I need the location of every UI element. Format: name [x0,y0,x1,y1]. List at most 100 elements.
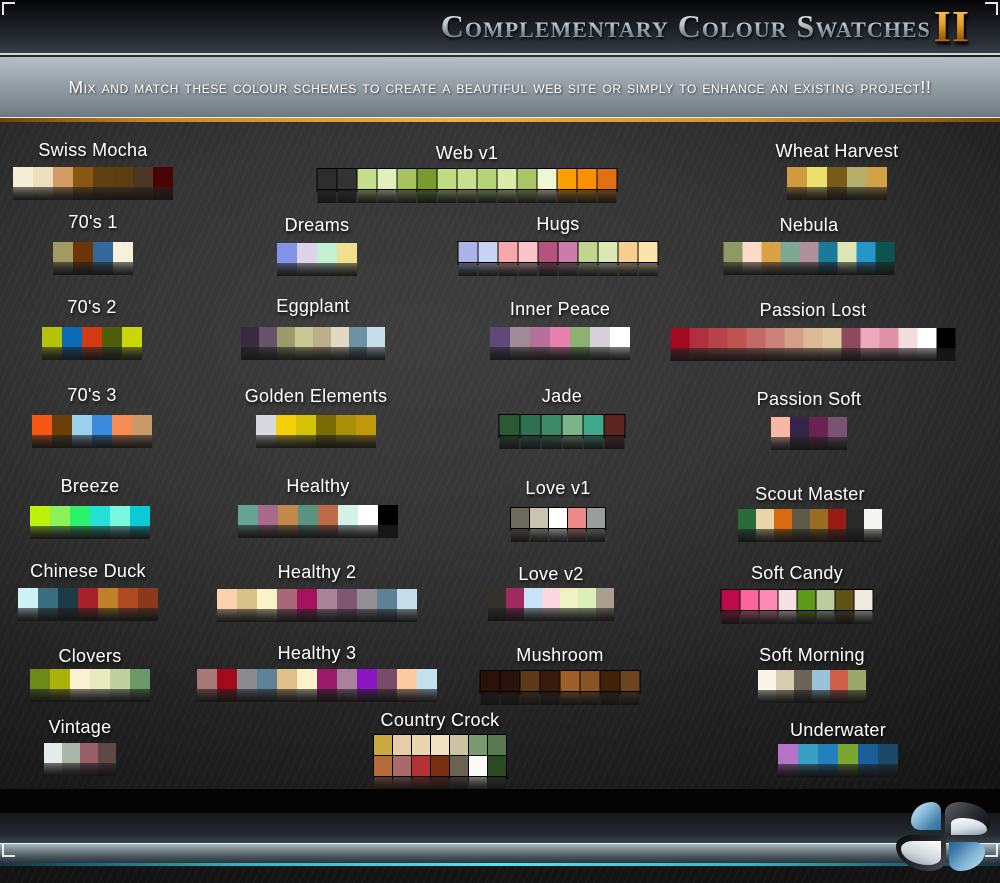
swatch-reflection-cell [70,689,90,702]
color-swatch [804,328,823,348]
color-swatch [878,744,898,764]
color-swatch [297,669,317,689]
swatch-reflection-cell [880,348,899,361]
swatch-reflection-cell [38,608,58,621]
palette-title-inner-peace: Inner Peace [510,299,610,320]
swatch-reflection-cell [277,689,297,702]
color-swatch [819,242,838,262]
color-swatch [42,327,62,347]
swatch-reflection-cell [800,262,819,275]
color-swatch [855,590,873,610]
color-swatch [578,588,596,608]
color-swatch [542,588,560,608]
swatch-reflection-cell [398,190,417,203]
swatch-reflection-cell [728,348,747,361]
swatch-reflection-cell [530,529,548,542]
color-swatch [469,756,487,776]
palette-reflection [18,608,158,621]
color-swatch [30,669,50,689]
palette-title-nebula: Nebula [780,215,839,236]
color-swatch [336,415,356,435]
color-swatch [138,588,158,608]
footer-gradient-strip [0,813,1000,843]
color-swatch [90,669,110,689]
color-swatch [541,671,560,691]
frame-corner-top-left-icon [2,2,15,15]
color-swatch [781,242,800,262]
swatch-reflection-cell [132,435,152,448]
color-swatch [690,328,709,348]
swatch-reflection-cell [490,347,510,360]
color-swatch [779,590,797,610]
color-swatch [374,756,392,776]
swatch-reflection-cell [397,689,417,702]
color-swatch [899,328,918,348]
color-swatch [521,415,541,435]
color-swatch [130,506,150,526]
swatch-reflection-cell [563,436,583,449]
swatch-reflection-cell [722,611,740,624]
swatch-reflection-cell [358,525,378,538]
color-swatch [297,589,317,609]
swatch-reflection-cell [794,690,812,703]
color-swatch [238,505,258,525]
swatch-reflection-cell [807,187,827,200]
color-swatch [256,415,276,435]
color-swatch [792,509,810,529]
palette-passion-lost [671,328,956,348]
color-swatch [501,671,520,691]
swatch-reflection-cell [838,262,857,275]
color-swatch [32,415,52,435]
swatch-reflection-cell [62,763,80,776]
poster: Complementary Colour SwatchesII Mix and … [0,0,1000,883]
swatch-reflection-cell [861,348,880,361]
color-swatch [542,415,562,435]
palette-title-wheat-harvest: Wheat Harvest [776,141,899,162]
color-swatch [377,669,397,689]
color-swatch [488,756,506,776]
color-swatch [774,509,792,529]
swatch-reflection-cell [584,436,604,449]
color-swatch [102,327,122,347]
swatch-reflection-cell [258,525,278,538]
swatch-reflection-cell [70,526,90,539]
color-swatch [847,167,867,187]
swatch-reflection-cell [317,689,337,702]
swatch-reflection-cell [842,348,861,361]
color-swatch [418,169,437,189]
swatch-reflection-cell [519,263,538,276]
color-swatch [33,167,53,187]
color-swatch [278,505,298,525]
color-swatch [724,242,743,262]
color-swatch [738,509,756,529]
palette-reflection [42,347,142,360]
swatch-reflection-cell [53,262,73,275]
swatch-reflection-cell [836,611,854,624]
color-swatch [778,744,798,764]
palette-70-s-2 [42,327,142,347]
color-swatch [431,756,449,776]
color-swatch [62,327,82,347]
color-swatch [153,167,173,187]
color-swatch [858,744,878,764]
frame-corner-bottom-left-icon [2,844,15,857]
palette-scout-master [738,509,882,529]
swatch-reflection-cell [133,187,153,200]
color-swatch [790,417,809,437]
color-swatch [53,242,73,262]
swatch-reflection-cell [709,348,728,361]
color-swatch [500,415,520,435]
swatch-reflection-cell [377,689,397,702]
swatch-reflection-cell [918,348,937,361]
swatch-reflection-cell [118,608,138,621]
color-swatch [80,743,98,763]
color-swatch [378,169,397,189]
color-swatch [481,671,500,691]
swatch-reflection-cell [338,525,358,538]
color-swatch [818,744,838,764]
palette-reflection [277,263,357,276]
swatch-reflection-cell [44,763,62,776]
swatch-reflection-cell [295,347,313,360]
swatch-reflection-cell [378,525,398,538]
color-swatch [558,169,577,189]
